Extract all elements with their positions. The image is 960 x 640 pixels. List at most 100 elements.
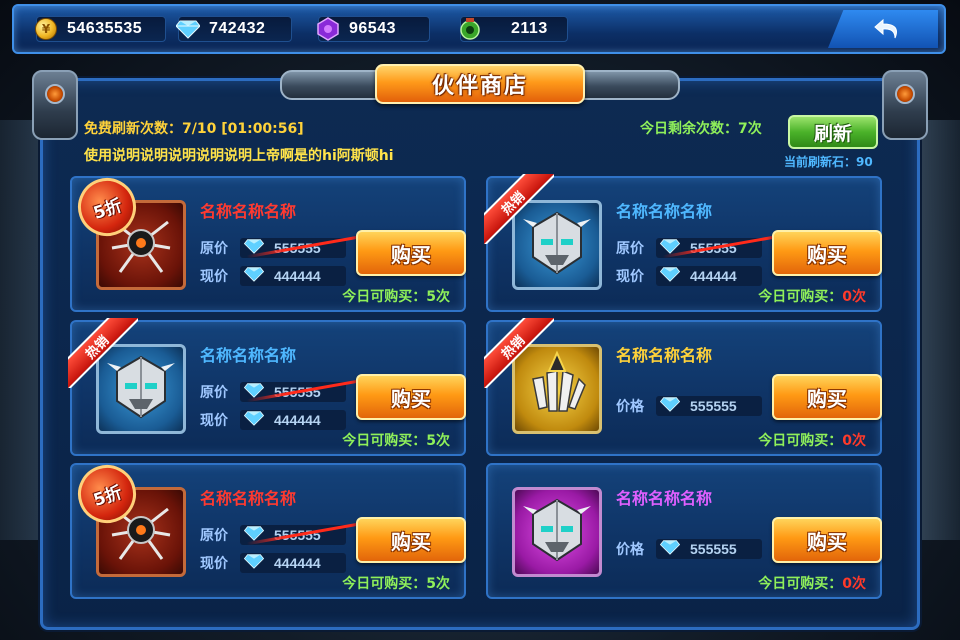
currency-gold: ¥ 54635535 <box>33 16 166 42</box>
shop-item-card: 5折 名称名称名称原价555555 现价 444444 购买今日可购买：5次 <box>70 170 466 312</box>
hot-sale-label: 热销 <box>498 332 528 362</box>
item-name: 名称名称名称 <box>616 202 713 221</box>
daily-purchase-limit: 今日可购买：5次 <box>342 286 450 306</box>
item-thumbnail[interactable] <box>512 487 602 577</box>
gold-coin-icon: ¥ <box>33 16 59 42</box>
discount-badge-label: 5折 <box>90 195 125 224</box>
price-label: 现价 <box>200 269 228 285</box>
buy-button[interactable]: 购买 <box>772 230 882 276</box>
price-row: 现价 444444 <box>200 266 346 286</box>
currency-diamond: 742432 <box>175 16 292 42</box>
item-name: 名称名称名称 <box>200 489 297 508</box>
purple-gem-icon <box>315 16 341 42</box>
price-row: 现价 444444 <box>200 553 346 573</box>
currency-purple-value: 96543 <box>349 20 396 37</box>
free-refresh-count: 免费刷新次数：7/10 [01:00:56] <box>84 121 304 137</box>
item-name: 名称名称名称 <box>616 346 713 365</box>
price-label: 现价 <box>616 269 644 285</box>
back-arrow-icon <box>874 18 897 39</box>
daily-limit-count: 0次 <box>842 576 866 592</box>
daily-limit-label: 今日可购买： <box>342 289 427 305</box>
diamond-icon <box>659 539 681 559</box>
price-label: 原价 <box>200 385 228 401</box>
current-price-value: 444444 <box>690 268 737 284</box>
price-label: 原价 <box>200 528 228 544</box>
daily-limit-label: 今日可购买： <box>342 433 427 449</box>
currency-gold-value: 54635535 <box>67 20 143 37</box>
diamond-icon <box>659 266 681 286</box>
price-row: 价格 555555 <box>616 539 762 559</box>
description-text: 使用说明说明说明说明说明上帝啊是的hi阿斯顿hi <box>84 148 394 164</box>
current-price-value: 444444 <box>274 268 321 284</box>
refresh-stone-count: 当前刷新石：90 <box>784 155 873 169</box>
buy-button[interactable]: 购买 <box>356 230 466 276</box>
item-name: 名称名称名称 <box>200 346 297 365</box>
currency-green-value: 2113 <box>511 20 548 37</box>
price-label: 价格 <box>616 399 644 415</box>
diamond-icon <box>175 16 201 42</box>
diamond-icon <box>243 553 265 573</box>
daily-limit-label: 今日可购买： <box>758 433 843 449</box>
currency-bar: ¥ 54635535 742432 96543 2113 <box>12 4 946 54</box>
shop-item-card: 热销 名称名称名称原价555555 现价 444444 购买今日可购买：5次 <box>68 318 466 456</box>
original-price-row: 原价555555 <box>200 376 376 403</box>
hot-sale-ribbon: 热销 <box>68 318 138 388</box>
price-row: 价格 555555 <box>616 396 762 416</box>
discount-badge-label: 5折 <box>90 482 125 511</box>
current-price-value: 555555 <box>690 541 737 557</box>
daily-limit-count: 5次 <box>426 576 450 592</box>
buy-button[interactable]: 购买 <box>772 374 882 420</box>
shop-item-card: 热销 名称名称名称 价格 555555 购买今日可购买：0次 <box>484 318 882 456</box>
daily-purchase-limit: 今日可购买：5次 <box>342 430 450 450</box>
panel-left-ornament <box>32 70 78 140</box>
diamond-icon <box>243 410 265 430</box>
price-label: 现价 <box>200 556 228 572</box>
diamond-icon <box>243 266 265 286</box>
current-price-value: 444444 <box>274 412 321 428</box>
currency-purple: 96543 <box>315 16 430 42</box>
price-label: 原价 <box>616 241 644 257</box>
daily-limit-count: 0次 <box>842 289 866 305</box>
hot-sale-label: 热销 <box>82 332 112 362</box>
green-token-icon <box>457 16 483 42</box>
panel-right-ornament <box>882 70 928 140</box>
title-banner: 伙伴商店 <box>280 60 680 110</box>
back-button[interactable] <box>828 10 938 48</box>
hot-sale-ribbon: 热销 <box>484 174 554 244</box>
shop-item-card: 名称名称名称 价格 555555 购买今日可购买：0次 <box>486 463 882 599</box>
daily-purchase-limit: 今日可购买：0次 <box>758 573 866 593</box>
robot-head-icon <box>519 492 595 572</box>
daily-limit-label: 今日可购买： <box>758 576 843 592</box>
original-price-row: 原价555555 <box>200 232 376 259</box>
hot-sale-label: 热销 <box>498 188 528 218</box>
price-row: 现价 444444 <box>200 410 346 430</box>
item-name: 名称名称名称 <box>200 202 297 221</box>
shop-item-card: 热销 名称名称名称原价555555 现价 444444 购买今日可购买：0次 <box>484 174 882 312</box>
original-price-row: 原价555555 <box>200 519 376 546</box>
current-price-value: 555555 <box>690 398 737 414</box>
daily-purchase-limit: 今日可购买：0次 <box>758 286 866 306</box>
page-title: 伙伴商店 <box>431 74 528 99</box>
buy-button[interactable]: 购买 <box>772 517 882 563</box>
daily-limit-count: 5次 <box>426 289 450 305</box>
daily-limit-label: 今日可购买： <box>342 576 427 592</box>
item-name: 名称名称名称 <box>616 489 713 508</box>
price-label: 原价 <box>200 241 228 257</box>
currency-diamond-value: 742432 <box>209 20 266 37</box>
original-price-row: 原价555555 <box>616 232 792 259</box>
price-label: 价格 <box>616 542 644 558</box>
price-label: 现价 <box>200 413 228 429</box>
diamond-icon <box>659 396 681 416</box>
daily-purchase-limit: 今日可购买：5次 <box>342 573 450 593</box>
remaining-today: 今日剩余次数：7次 <box>640 121 762 137</box>
price-row: 现价 444444 <box>616 266 762 286</box>
daily-limit-count: 5次 <box>426 433 450 449</box>
buy-button[interactable]: 购买 <box>356 517 466 563</box>
refresh-button[interactable]: 刷新 <box>788 115 878 149</box>
buy-button[interactable]: 购买 <box>356 374 466 420</box>
daily-limit-label: 今日可购买： <box>758 289 843 305</box>
current-price-value: 444444 <box>274 555 321 571</box>
daily-limit-count: 0次 <box>842 433 866 449</box>
shop-item-card: 5折 名称名称名称原价555555 现价 444444 购买今日可购买：5次 <box>70 457 466 599</box>
currency-green: 2113 <box>460 16 568 42</box>
